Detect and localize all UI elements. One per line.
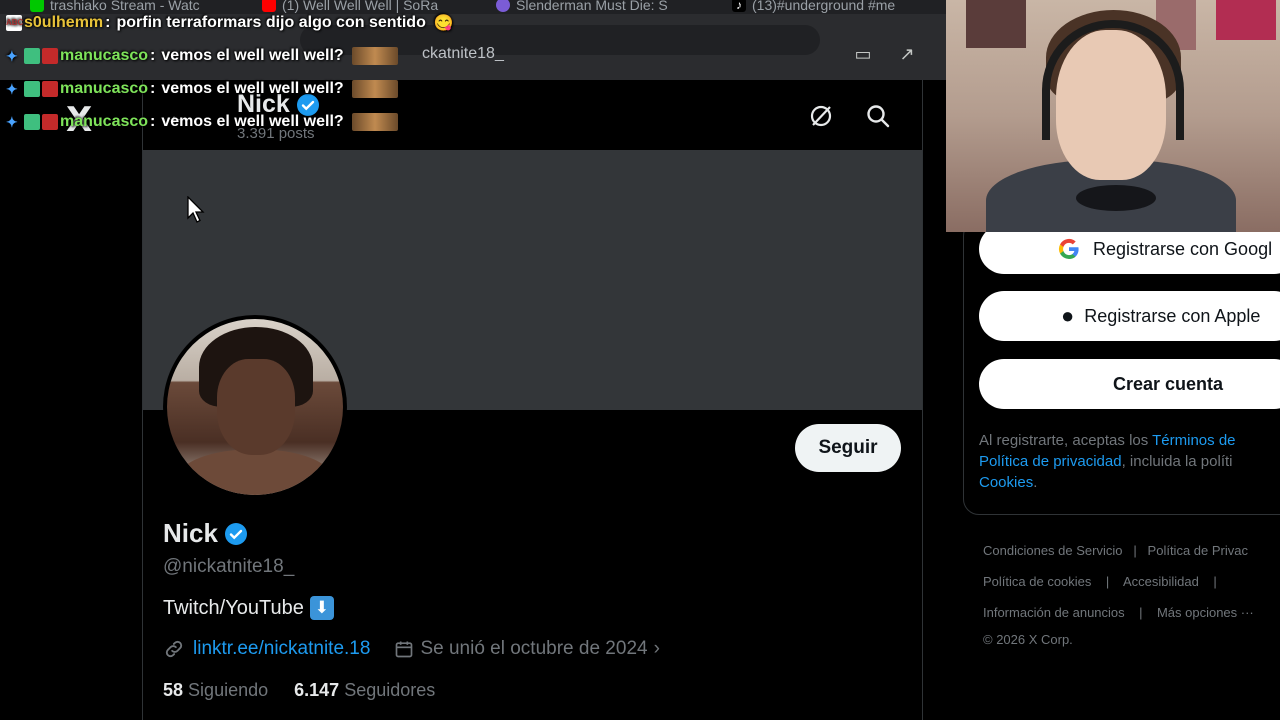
cookies-link[interactable]: Cookies (979, 474, 1033, 491)
chat-message: ✦ manucasco: vemos el well well well? (6, 78, 398, 100)
grok-icon[interactable] (808, 103, 834, 129)
mouse-cursor-icon (187, 196, 205, 223)
legal-suffix: . (1033, 474, 1038, 491)
footer-separator: | (1213, 574, 1217, 589)
sub-badge-icon (42, 81, 58, 97)
vip-badge-icon (24, 48, 40, 64)
follow-button[interactable]: Seguir (795, 424, 901, 472)
legal-middle: , incluida la políti (1121, 453, 1233, 470)
kick-icon (30, 0, 44, 12)
profile-link[interactable]: linktr.ee/nickatnite.18 (193, 638, 370, 660)
followers-label: Seguidores (344, 680, 436, 700)
sword-badge-icon: ✦ (6, 81, 18, 97)
legal-text: Al registrarte, aceptas los Términos de … (979, 430, 1280, 493)
footer-cookies-link[interactable]: Política de cookies (983, 574, 1091, 589)
copyright: © 2026 X Corp. (983, 632, 1073, 647)
batman-logo-icon (1076, 185, 1156, 211)
footer-ads-link[interactable]: Información de anuncios (983, 605, 1125, 620)
apple-icon: ● (1061, 303, 1075, 328)
chevron-right-icon[interactable]: › (654, 638, 660, 660)
emote-icon (351, 47, 398, 65)
yum-emoji-icon: 😋 (433, 15, 454, 32)
address-text: ckatnite18_ (422, 45, 504, 62)
avatar-photo (167, 319, 343, 495)
profile-bio: Twitch/YouTube ⬇ (163, 596, 334, 620)
tiktok-icon: ♪ (732, 0, 746, 12)
webcam-overlay (946, 0, 1280, 232)
chat-username: manucasco (60, 80, 149, 97)
tab-title: Slenderman Must Die: S (516, 0, 668, 13)
terms-link[interactable]: Términos de (1152, 432, 1235, 449)
calendar-icon (396, 641, 413, 658)
apple-signup-button[interactable]: ● Registrarse con Apple (979, 291, 1280, 341)
chat-message: ✦ manucasco: vemos el well well well? (6, 45, 398, 67)
youtube-icon (262, 0, 276, 12)
profile-name-text: Nick (163, 518, 218, 548)
joined-text: Se unió el octubre de 2024 (420, 638, 648, 659)
google-icon (1058, 238, 1079, 260)
wall-poster (966, 0, 1026, 48)
following-count: 58 (163, 680, 184, 700)
footer-separator: | (1133, 543, 1137, 558)
footer-accessibility-link[interactable]: Accesibilidad (1123, 574, 1199, 589)
sub-badge-icon (42, 48, 58, 64)
joined-date: Se unió el octubre de 2024 › (394, 638, 660, 660)
following-link[interactable]: 58 Siguiendo (163, 680, 268, 701)
footer-row: Información de anuncios | Más opciones ·… (983, 605, 1254, 620)
vip-badge-icon (24, 81, 40, 97)
emote-icon (351, 113, 398, 131)
privacy-link[interactable]: Política de privacidad (979, 453, 1122, 470)
app-icon (496, 0, 510, 12)
vip-badge-icon (24, 114, 40, 130)
bio-text: Twitch/YouTube (163, 596, 304, 619)
chat-text: porfin terraformars dijo algo con sentid… (116, 14, 426, 31)
chat-message: ABC s0ulhemm: porfin terraformars dijo a… (6, 14, 454, 32)
footer-more-options[interactable]: Más opciones ··· (1157, 605, 1254, 620)
legal-prefix: Al registrarte, aceptas los (979, 432, 1153, 449)
sword-badge-icon: ✦ (6, 114, 18, 130)
footer-row: Condiciones de Servicio | Política de Pr… (983, 543, 1248, 558)
chat-username: manucasco (60, 47, 149, 64)
chat-message: ✦ manucasco: vemos el well well well? (6, 111, 398, 133)
emote-icon (351, 80, 398, 98)
profile-handle: @nickatnite18_ (163, 556, 295, 577)
footer-privacy-link[interactable]: Política de Privac (1148, 543, 1248, 558)
chat-username: manucasco (60, 113, 149, 130)
google-signup-label: Registrarse con Googl (1093, 238, 1273, 259)
followers-link[interactable]: 6.147 Seguidores (294, 680, 435, 701)
chat-text: vemos el well well well? (161, 47, 344, 64)
footer-separator: | (1139, 605, 1143, 620)
browser-tab[interactable]: ♪ (13)#underground #me (732, 0, 895, 14)
abc-badge-icon: ABC (6, 15, 23, 31)
verified-icon (224, 522, 247, 545)
search-icon[interactable] (865, 103, 891, 129)
profile-meta: linktr.ee/nickatnite.18 Se unió el octub… (163, 638, 660, 660)
sword-badge-icon: ✦ (6, 48, 18, 64)
tab-title: (13)#underground #me (752, 0, 896, 13)
avatar[interactable] (163, 315, 347, 499)
browser-tab[interactable]: Slenderman Must Die: S (496, 0, 668, 14)
follow-stats: 58 Siguiendo 6.147 Seguidores (163, 680, 435, 701)
share-icon[interactable]: ↗ (896, 44, 918, 64)
chat-text: vemos el well well well? (161, 80, 344, 97)
cast-icon[interactable]: ▭ (852, 44, 874, 64)
chat-username: s0ulhemm (24, 14, 104, 31)
footer-terms-link[interactable]: Condiciones de Servicio (983, 543, 1122, 558)
following-label: Siguiendo (188, 680, 269, 700)
chat-text: vemos el well well well? (161, 113, 344, 130)
wall-poster (1216, 0, 1276, 40)
create-account-button[interactable]: Crear cuenta (979, 359, 1280, 409)
profile-name: Nick (163, 518, 248, 549)
apple-signup-label: Registrarse con Apple (1084, 305, 1261, 326)
followers-count: 6.147 (294, 680, 340, 700)
footer-row: Política de cookies | Accesibilidad | (983, 574, 1217, 589)
footer-separator: | (1105, 574, 1110, 589)
left-nav (0, 80, 142, 720)
link-icon (165, 640, 183, 658)
down-arrow-emoji-icon: ⬇ (309, 596, 334, 620)
sub-badge-icon (42, 114, 58, 130)
